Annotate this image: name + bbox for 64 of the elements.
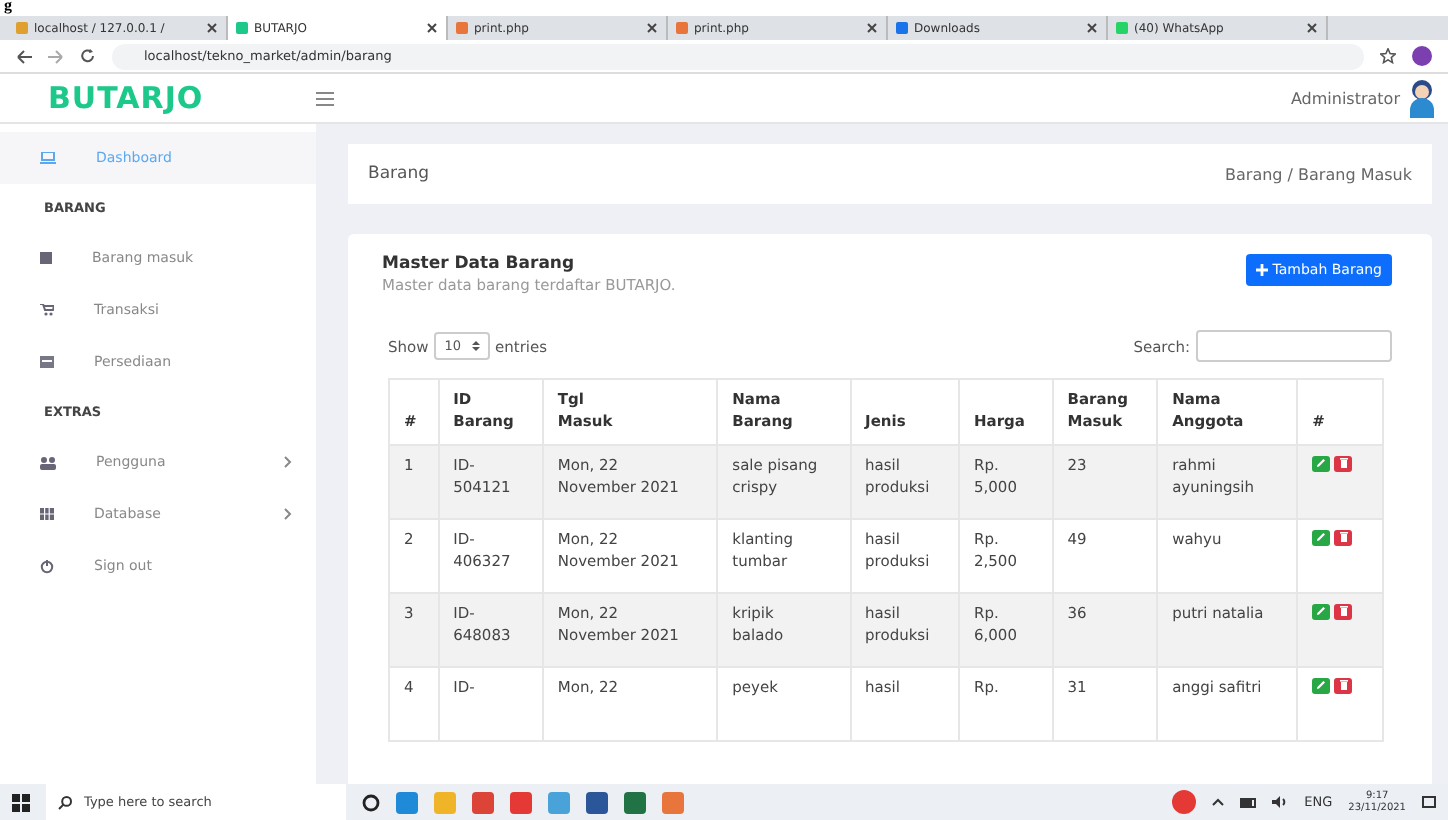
stock-icon	[40, 356, 54, 368]
star-icon[interactable]	[1380, 48, 1396, 64]
tab-favicon-icon	[16, 22, 28, 34]
edit-icon	[1316, 458, 1327, 469]
tray-app-icon[interactable]	[1172, 790, 1197, 814]
power-icon	[40, 559, 54, 573]
edit-icon	[1316, 606, 1327, 617]
tab-favicon-icon	[676, 22, 688, 34]
app-logo: BUTARJO	[46, 80, 206, 116]
edit-button[interactable]	[1312, 603, 1331, 620]
close-icon[interactable]	[646, 22, 658, 34]
taskbar-app-icon[interactable]	[510, 791, 532, 813]
edit-icon	[1316, 532, 1327, 543]
close-icon[interactable]	[426, 22, 438, 34]
close-icon[interactable]	[1086, 22, 1098, 34]
speaker-icon[interactable]	[1272, 796, 1289, 808]
caret-up-icon[interactable]	[1212, 798, 1225, 806]
tab-favicon-icon	[456, 22, 468, 34]
taskbar-app-icon[interactable]	[662, 791, 684, 813]
search-icon	[58, 795, 72, 809]
laptop-icon	[40, 152, 56, 164]
edit-icon	[1316, 680, 1327, 691]
user-avatar-icon[interactable]	[1408, 78, 1436, 118]
delete-button[interactable]	[1334, 677, 1353, 694]
box-icon	[40, 252, 52, 264]
search-field[interactable]	[1196, 330, 1392, 362]
notification-icon[interactable]	[1422, 795, 1436, 809]
back-arrow-icon[interactable]	[16, 49, 32, 63]
taskbar-app-icon[interactable]	[472, 791, 494, 813]
user-name[interactable]: Administrator	[1290, 89, 1400, 107]
edit-button[interactable]	[1312, 677, 1331, 694]
sort-caret-icon	[471, 340, 480, 352]
profile-avatar-icon[interactable]	[1412, 46, 1432, 66]
users-icon	[40, 455, 56, 469]
close-icon[interactable]	[206, 22, 218, 34]
plus-icon	[1256, 264, 1269, 276]
menu-icon[interactable]	[316, 91, 334, 105]
edit-button[interactable]	[1312, 455, 1331, 472]
windows-logo-icon[interactable]	[12, 793, 30, 811]
taskbar-app-icon[interactable]	[624, 791, 646, 813]
card-title: Master Data Barang	[382, 254, 577, 274]
delete-button[interactable]	[1334, 529, 1353, 546]
tab-favicon-icon	[1116, 22, 1128, 34]
taskbar-app-icon[interactable]	[586, 791, 608, 813]
battery-icon[interactable]	[1240, 797, 1257, 807]
trash-icon	[1339, 680, 1348, 691]
trash-icon	[1339, 606, 1348, 617]
task-view-icon[interactable]	[362, 793, 380, 811]
reload-icon[interactable]	[80, 48, 96, 64]
delete-button[interactable]	[1334, 603, 1353, 620]
page-title: Barang	[368, 164, 430, 184]
close-icon[interactable]	[1306, 22, 1318, 34]
tab-favicon-icon	[236, 22, 248, 34]
edit-button[interactable]	[1312, 529, 1331, 546]
delete-button[interactable]	[1334, 455, 1353, 472]
cropped-text: g	[4, 0, 12, 12]
cart-icon	[40, 304, 54, 316]
taskbar-app-icon[interactable]	[396, 791, 418, 813]
trash-icon	[1339, 458, 1348, 469]
trash-icon	[1339, 532, 1348, 543]
grid-icon	[40, 508, 54, 520]
close-icon[interactable]	[866, 22, 878, 34]
breadcrumb[interactable]: Barang / Barang Masuk	[1225, 165, 1412, 183]
tab-favicon-icon	[896, 22, 908, 34]
